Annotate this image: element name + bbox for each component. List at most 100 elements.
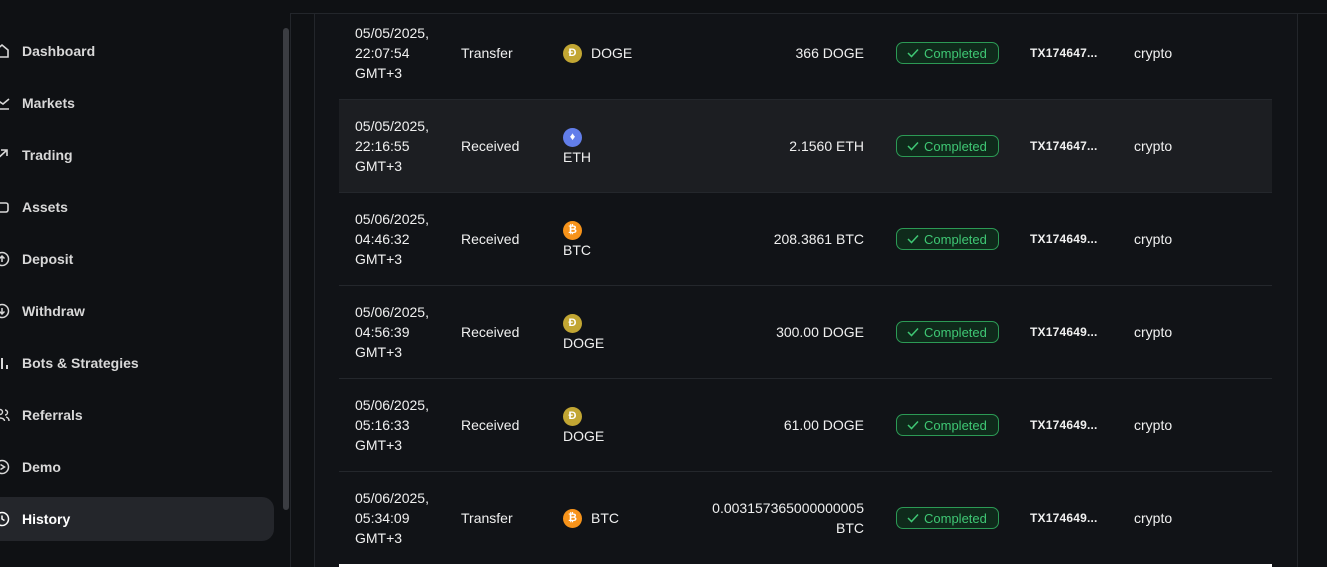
type-cell: Received <box>461 324 520 340</box>
tx-id-cell[interactable]: TX174649... <box>1030 472 1098 564</box>
sidebar-item-referrals[interactable]: Referrals <box>0 393 274 437</box>
asset-label: BTC <box>591 510 619 526</box>
eth-coin-icon: ♦ <box>563 127 582 147</box>
amount-cell: 61.00 DOGE <box>783 417 864 433</box>
category-cell: crypto <box>1134 417 1173 433</box>
asset-label: DOGE <box>563 334 605 351</box>
status-text: Completed <box>924 324 987 340</box>
status-text: Completed <box>924 417 987 433</box>
tx-id-cell[interactable]: TX174647... <box>1030 7 1098 99</box>
table-row[interactable]: 05/05/2025, 22:07:54 GMT+3 Transfer Ð DOGE… <box>339 7 1272 100</box>
timezone-text: GMT+3 <box>355 437 403 453</box>
time-text: 04:56:39 <box>355 324 410 340</box>
asset-cell: ₿ BTC <box>563 472 673 564</box>
date-cell: 05/06/2025, 04:56:39 GMT+3 <box>355 286 455 378</box>
btc-coin-icon: ₿ <box>563 508 582 528</box>
timezone-text: GMT+3 <box>355 530 403 546</box>
date-cell: 05/06/2025, 04:46:32 GMT+3 <box>355 193 455 285</box>
amount-text: 0.003157365000000005 <box>712 500 864 516</box>
date-text: 05/06/2025, <box>355 397 429 413</box>
table-row[interactable]: 05/06/2025, 05:34:09 GMT+3 Transfer ₿ BTC … <box>339 472 1272 564</box>
sidebar-item-deposit[interactable]: Deposit <box>0 237 274 281</box>
asset-cell: Ð DOGE <box>563 7 673 99</box>
status-badge: Completed <box>896 507 999 529</box>
category-cell: crypto <box>1134 45 1173 61</box>
status-badge: Completed <box>896 135 999 157</box>
table-row[interactable]: 05/05/2025, 22:16:55 GMT+3 Received ♦ ETH … <box>339 100 1272 193</box>
table-row[interactable]: 05/06/2025, 05:16:33 GMT+3 Received Ð DOGE… <box>339 379 1272 472</box>
date-text: 05/06/2025, <box>355 304 429 320</box>
arrow-up-circle-icon <box>0 251 10 267</box>
doge-coin-icon: Ð <box>563 43 582 63</box>
sidebar-item-demo[interactable]: Demo <box>0 445 274 489</box>
sidebar-item-label: Markets <box>22 95 75 111</box>
status-cell: Completed <box>896 286 999 378</box>
asset-cell: ₿ BTC <box>563 193 673 285</box>
sidebar-item-history[interactable]: History <box>0 497 274 541</box>
sidebar-item-label: Demo <box>22 459 61 475</box>
table-row[interactable]: 05/06/2025, 04:46:32 GMT+3 Received ₿ BTC … <box>339 193 1272 286</box>
category-cell: crypto <box>1134 138 1173 154</box>
asset-cell: ♦ ETH <box>563 100 673 192</box>
doge-coin-icon: Ð <box>563 313 582 333</box>
play-circle-icon <box>0 459 10 475</box>
asset-label: BTC <box>563 241 591 258</box>
status-badge: Completed <box>896 228 999 250</box>
status-badge: Completed <box>896 321 999 343</box>
date-text: 05/05/2025, <box>355 25 429 41</box>
amount-cell: 208.3861 BTC <box>773 231 864 247</box>
status-badge: Completed <box>896 42 999 64</box>
status-cell: Completed <box>896 379 999 471</box>
sidebar-item-assets[interactable]: Assets <box>0 185 274 229</box>
sidebar: Dashboard Markets Trading Assets Deposit… <box>0 0 291 567</box>
time-text: 05:16:33 <box>355 417 410 433</box>
type-cell: Received <box>461 231 520 247</box>
date-text: 05/06/2025, <box>355 211 429 227</box>
timezone-text: GMT+3 <box>355 344 403 360</box>
home-icon <box>0 43 10 59</box>
category-cell: crypto <box>1134 324 1173 340</box>
tx-id-cell[interactable]: TX174649... <box>1030 379 1098 471</box>
check-icon <box>907 327 919 337</box>
wallet-icon <box>0 199 10 215</box>
doge-coin-icon: Ð <box>563 406 582 426</box>
asset-cell: Ð DOGE <box>563 286 673 378</box>
asset-label: DOGE <box>591 45 633 61</box>
status-cell: Completed <box>896 472 999 564</box>
date-cell: 05/05/2025, 22:07:54 GMT+3 <box>355 7 455 99</box>
check-icon <box>907 420 919 430</box>
status-text: Completed <box>924 231 987 247</box>
date-cell: 05/06/2025, 05:34:09 GMT+3 <box>355 472 455 564</box>
category-cell: crypto <box>1134 510 1173 526</box>
type-cell: Transfer <box>461 45 513 61</box>
bar-chart-icon <box>0 355 10 371</box>
table-row[interactable]: 05/06/2025, 04:56:39 GMT+3 Received Ð DOGE… <box>339 286 1272 379</box>
tx-id-cell[interactable]: TX174649... <box>1030 193 1098 285</box>
time-text: 05:34:09 <box>355 510 410 526</box>
sidebar-item-trading[interactable]: Trading <box>0 133 274 177</box>
sidebar-item-dashboard[interactable]: Dashboard <box>0 29 274 73</box>
tx-id-cell[interactable]: TX174649... <box>1030 286 1098 378</box>
sidebar-item-label: Deposit <box>22 251 74 267</box>
status-text: Completed <box>924 138 987 154</box>
status-text: Completed <box>924 45 987 61</box>
amount-cell: 0.003157365000000005 BTC <box>712 472 864 564</box>
amount-cell: 366 DOGE <box>795 45 864 61</box>
status-cell: Completed <box>896 100 999 192</box>
time-text: 04:46:32 <box>355 231 410 247</box>
btc-coin-icon: ₿ <box>563 220 582 240</box>
trend-arrow-icon <box>0 147 10 163</box>
sidebar-item-markets[interactable]: Markets <box>0 81 274 125</box>
sidebar-scrollbar[interactable] <box>283 28 289 510</box>
timezone-text: GMT+3 <box>355 158 403 174</box>
check-icon <box>907 513 919 523</box>
type-cell: Transfer <box>461 510 513 526</box>
date-text: 05/06/2025, <box>355 490 429 506</box>
sidebar-item-withdraw[interactable]: Withdraw <box>0 289 274 333</box>
type-cell: Received <box>461 417 520 433</box>
amount-cell: 300.00 DOGE <box>776 324 864 340</box>
tx-id-cell[interactable]: TX174647... <box>1030 100 1098 192</box>
sidebar-item-label: History <box>22 511 71 527</box>
sidebar-item-label: Bots & Strategies <box>22 355 139 371</box>
sidebar-item-bots-strategies[interactable]: Bots & Strategies <box>0 341 274 385</box>
